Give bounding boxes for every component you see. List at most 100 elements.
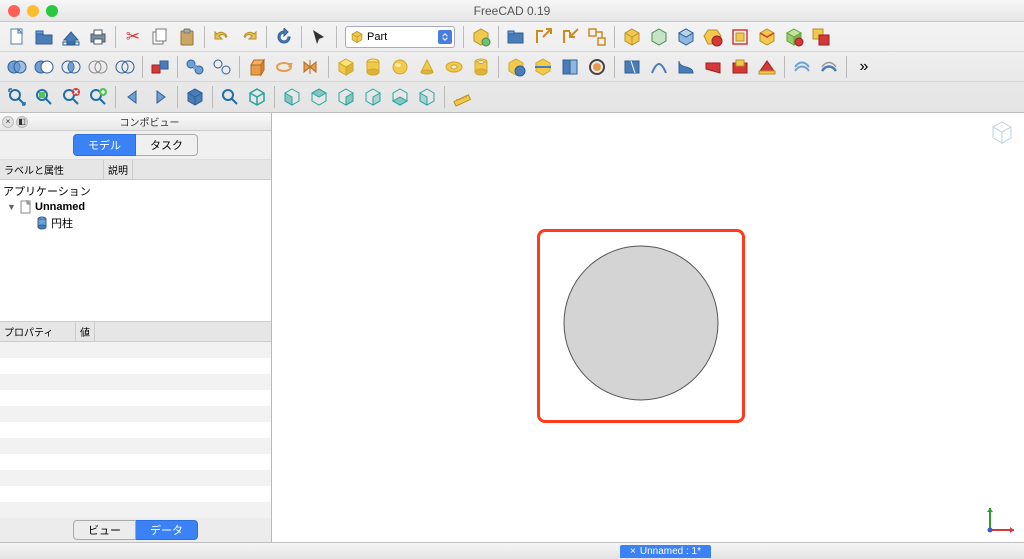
part-tool-a-button[interactable] (503, 54, 529, 80)
panel-float-icon[interactable]: ◧ (16, 116, 28, 128)
view-top-button[interactable] (306, 84, 332, 110)
redo-button[interactable] (236, 24, 262, 50)
combo-view-header: × ◧ コンポビュー (0, 113, 271, 131)
tree-header-desc: 説明 (104, 160, 133, 179)
sphere-button[interactable] (387, 54, 413, 80)
boolean-e-button[interactable] (112, 54, 138, 80)
part-tool-d-button[interactable] (584, 54, 610, 80)
part-g-button[interactable] (781, 24, 807, 50)
boolean-a-button[interactable] (4, 54, 30, 80)
surface-d-button[interactable] (700, 54, 726, 80)
surface-f-button[interactable] (754, 54, 780, 80)
part-f-button[interactable] (754, 24, 780, 50)
fit-all-button[interactable] (4, 84, 30, 110)
link-all-button[interactable] (584, 24, 610, 50)
view-left-button[interactable] (414, 84, 440, 110)
document-icon (19, 200, 33, 214)
part-h-button[interactable] (808, 24, 834, 50)
part-d-button[interactable] (700, 24, 726, 50)
surface-c-button[interactable] (673, 54, 699, 80)
toolbar-row-1: ✂ Part (0, 22, 1024, 52)
offset-b-button[interactable] (816, 54, 842, 80)
property-view[interactable] (0, 342, 271, 518)
mirror-button[interactable] (298, 54, 324, 80)
surface-b-button[interactable] (646, 54, 672, 80)
boolean-c-button[interactable] (58, 54, 84, 80)
open-file-button[interactable] (31, 24, 57, 50)
print-button[interactable] (85, 24, 111, 50)
view-bottom-button[interactable] (387, 84, 413, 110)
fit-error-button[interactable] (58, 84, 84, 110)
disclosure-triangle-icon[interactable]: ▼ (7, 202, 17, 212)
property-header-value: 値 (76, 322, 95, 341)
tab-view[interactable]: ビュー (73, 520, 136, 540)
close-tab-icon[interactable]: × (630, 546, 636, 557)
revolve-button[interactable] (271, 54, 297, 80)
part-c-button[interactable] (673, 24, 699, 50)
boolean-b-button[interactable] (31, 54, 57, 80)
cone-button[interactable] (414, 54, 440, 80)
tree-item-label: 円柱 (51, 215, 73, 231)
torus-button[interactable] (441, 54, 467, 80)
nav-right-button[interactable] (147, 84, 173, 110)
new-file-button[interactable] (4, 24, 30, 50)
iso-button[interactable] (244, 84, 270, 110)
extrude-button[interactable] (244, 54, 270, 80)
tab-model[interactable]: モデル (73, 134, 136, 156)
chevron-updown-icon (438, 30, 452, 44)
refresh-button[interactable] (271, 24, 297, 50)
cube-button[interactable] (333, 54, 359, 80)
paste-button[interactable] (174, 24, 200, 50)
link-folder-button[interactable] (503, 24, 529, 50)
tree-header: ラベルと属性 説明 (0, 160, 271, 180)
axis-indicator-icon (984, 502, 1018, 536)
link-out-button[interactable] (530, 24, 556, 50)
compound-a-button[interactable] (182, 54, 208, 80)
tree-root-label: アプリケーション (3, 183, 91, 199)
part-b-button[interactable] (646, 24, 672, 50)
more-tools-button[interactable]: » (851, 54, 877, 80)
fit-selection-button[interactable] (31, 84, 57, 110)
boolean-d-button[interactable] (85, 54, 111, 80)
view-front-button[interactable] (279, 84, 305, 110)
document-tab[interactable]: × Unnamed : 1* (620, 545, 711, 558)
link-in-button[interactable] (557, 24, 583, 50)
surface-e-button[interactable] (727, 54, 753, 80)
part-tool-b-button[interactable] (530, 54, 556, 80)
tree-root[interactable]: アプリケーション (3, 183, 268, 199)
tube-button[interactable] (468, 54, 494, 80)
cylinder-button[interactable] (360, 54, 386, 80)
make-link-button[interactable] (468, 24, 494, 50)
save-file-button[interactable] (58, 24, 84, 50)
draw-style-button[interactable] (182, 84, 208, 110)
tree-doc-label: Unnamed (35, 201, 85, 213)
copy-button[interactable] (147, 24, 173, 50)
nav-left-button[interactable] (120, 84, 146, 110)
3d-viewport[interactable] (272, 113, 1024, 542)
cut-button[interactable]: ✂ (120, 24, 146, 50)
cursor-button[interactable] (306, 24, 332, 50)
cylinder-icon (35, 216, 49, 230)
workbench-selector[interactable]: Part (345, 26, 455, 48)
compound-b-button[interactable] (209, 54, 235, 80)
main-area: × ◧ コンポビュー モデル タスク ラベルと属性 説明 アプリケーション ▼ … (0, 113, 1024, 542)
part-e-button[interactable] (727, 24, 753, 50)
tree-item-cylinder[interactable]: 円柱 (3, 215, 268, 231)
attachment-button[interactable] (147, 54, 173, 80)
offset-a-button[interactable] (789, 54, 815, 80)
view-right-button[interactable] (333, 84, 359, 110)
undo-button[interactable] (209, 24, 235, 50)
view-rear-button[interactable] (360, 84, 386, 110)
tab-data[interactable]: データ (136, 520, 198, 540)
part-tool-c-button[interactable] (557, 54, 583, 80)
panel-close-icon[interactable]: × (2, 116, 14, 128)
surface-a-button[interactable] (619, 54, 645, 80)
tab-tasks[interactable]: タスク (136, 134, 198, 156)
fit-new-button[interactable] (85, 84, 111, 110)
zoom-button[interactable] (217, 84, 243, 110)
combo-tabs: モデル タスク (0, 131, 271, 160)
tree-view[interactable]: アプリケーション ▼ Unnamed 円柱 (0, 180, 271, 322)
tree-doc[interactable]: ▼ Unnamed (3, 199, 268, 215)
part-a-button[interactable] (619, 24, 645, 50)
measure-button[interactable] (449, 84, 475, 110)
